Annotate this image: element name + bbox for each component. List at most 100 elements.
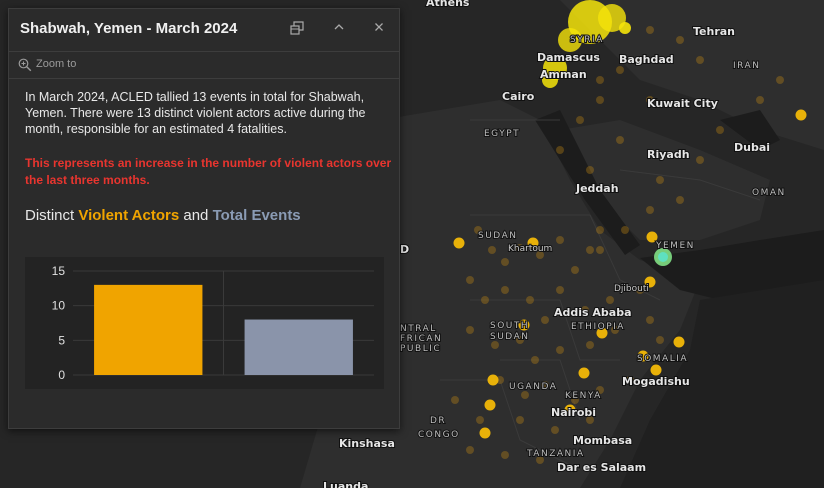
event-marker[interactable]: [479, 427, 491, 439]
event-marker[interactable]: [606, 296, 614, 304]
event-marker[interactable]: [596, 76, 604, 84]
event-marker[interactable]: [541, 316, 549, 324]
event-marker[interactable]: [658, 252, 668, 262]
zoom-in-icon: [18, 58, 32, 72]
event-marker[interactable]: [586, 166, 594, 174]
event-marker[interactable]: [491, 341, 499, 349]
summary-text: In March 2024, ACLED tallied 13 events i…: [25, 90, 366, 136]
event-marker[interactable]: [487, 374, 499, 386]
collapse-button[interactable]: [330, 21, 348, 39]
event-marker[interactable]: [453, 237, 465, 249]
event-marker[interactable]: [676, 196, 684, 204]
event-marker[interactable]: [466, 276, 474, 284]
event-marker[interactable]: [488, 246, 496, 254]
event-marker[interactable]: [501, 286, 509, 294]
chart-heading-events: Total Events: [212, 207, 301, 224]
map-label: Nairobi: [551, 406, 596, 419]
chart-heading-prefix: Distinct: [25, 207, 79, 224]
event-marker[interactable]: [795, 109, 807, 121]
map-label: Mombasa: [573, 434, 632, 447]
event-marker[interactable]: [578, 367, 590, 379]
event-marker[interactable]: [596, 96, 604, 104]
event-marker[interactable]: [646, 316, 654, 324]
event-marker[interactable]: [656, 336, 664, 344]
event-marker[interactable]: [576, 116, 584, 124]
event-marker[interactable]: [656, 176, 664, 184]
event-marker[interactable]: [531, 356, 539, 364]
event-marker[interactable]: [551, 426, 559, 434]
event-marker[interactable]: [481, 296, 489, 304]
info-popup: Shabwah, Yemen - March 2024 Zoom to In M…: [8, 8, 400, 429]
event-marker[interactable]: [526, 296, 534, 304]
map-label: D: [400, 243, 409, 256]
map-label: Khartoum: [508, 244, 552, 254]
event-marker[interactable]: [716, 126, 724, 134]
map-label: Tehran: [693, 25, 735, 38]
event-marker[interactable]: [516, 416, 524, 424]
event-marker[interactable]: [596, 246, 604, 254]
map-label: Dubai: [734, 141, 770, 154]
map-label: DR: [430, 416, 446, 426]
event-marker[interactable]: [521, 391, 529, 399]
map-label: Kuwait City: [647, 97, 718, 110]
map-label: ETHIOPIA: [571, 322, 625, 332]
map-label: Jeddah: [575, 182, 619, 195]
map-label: OMAN: [752, 188, 786, 198]
chevron-up-icon: [334, 24, 344, 30]
event-marker[interactable]: [476, 416, 484, 424]
y-tick-label: 0: [58, 368, 65, 382]
bar-violent-actors[interactable]: [94, 284, 203, 375]
event-marker[interactable]: [621, 226, 629, 234]
event-marker[interactable]: [616, 66, 624, 74]
event-marker[interactable]: [501, 451, 509, 459]
zoom-to-label: Zoom to: [36, 58, 77, 70]
event-marker[interactable]: [586, 246, 594, 254]
event-marker[interactable]: [466, 446, 474, 454]
event-marker[interactable]: [451, 396, 459, 404]
chart-heading: Distinct Violent Actors and Total Events: [25, 207, 301, 224]
event-marker[interactable]: [571, 266, 579, 274]
bar-chart: 0 5 10 15: [25, 257, 384, 389]
event-marker[interactable]: [596, 226, 604, 234]
event-marker[interactable]: [646, 26, 654, 34]
close-button[interactable]: [370, 21, 388, 39]
map-label: NTRAL: [400, 324, 437, 334]
event-marker[interactable]: [556, 346, 564, 354]
map-label: SUDAN: [478, 231, 517, 241]
map-label: Mogadishu: [622, 375, 690, 388]
map-label: UGANDA: [509, 382, 557, 392]
dock-button[interactable]: [288, 21, 306, 39]
event-marker[interactable]: [586, 341, 594, 349]
event-marker[interactable]: [650, 364, 662, 376]
map-label: PUBLIC: [400, 344, 441, 354]
event-marker[interactable]: [696, 156, 704, 164]
event-marker[interactable]: [673, 336, 685, 348]
map-label: Dar es Salaam: [557, 461, 646, 474]
popup-header: Shabwah, Yemen - March 2024: [9, 9, 399, 49]
event-marker[interactable]: [484, 399, 496, 411]
event-marker[interactable]: [556, 286, 564, 294]
zoom-to-action[interactable]: Zoom to: [9, 51, 399, 79]
event-marker[interactable]: [646, 206, 654, 214]
event-marker[interactable]: [616, 136, 624, 144]
map-label: IRAN: [733, 61, 760, 71]
event-marker[interactable]: [756, 96, 764, 104]
event-marker[interactable]: [619, 22, 631, 34]
map-label: Damascus: [537, 51, 600, 64]
map-label: Athens: [426, 0, 470, 9]
map-label: SOMALIA: [637, 354, 688, 364]
event-marker[interactable]: [676, 36, 684, 44]
map-label: EGYPT: [484, 129, 520, 139]
event-marker[interactable]: [776, 76, 784, 84]
map-label: Amman: [540, 68, 587, 81]
event-marker[interactable]: [556, 146, 564, 154]
map-label: Kinshasa: [339, 437, 395, 450]
event-marker[interactable]: [556, 236, 564, 244]
event-marker[interactable]: [466, 326, 474, 334]
map-label: Djibouti: [614, 284, 649, 294]
bar-total-events[interactable]: [244, 319, 353, 375]
event-marker[interactable]: [696, 56, 704, 64]
y-tick-label: 15: [52, 264, 66, 278]
event-marker[interactable]: [501, 258, 509, 266]
map-label: SYRIA: [570, 35, 604, 45]
